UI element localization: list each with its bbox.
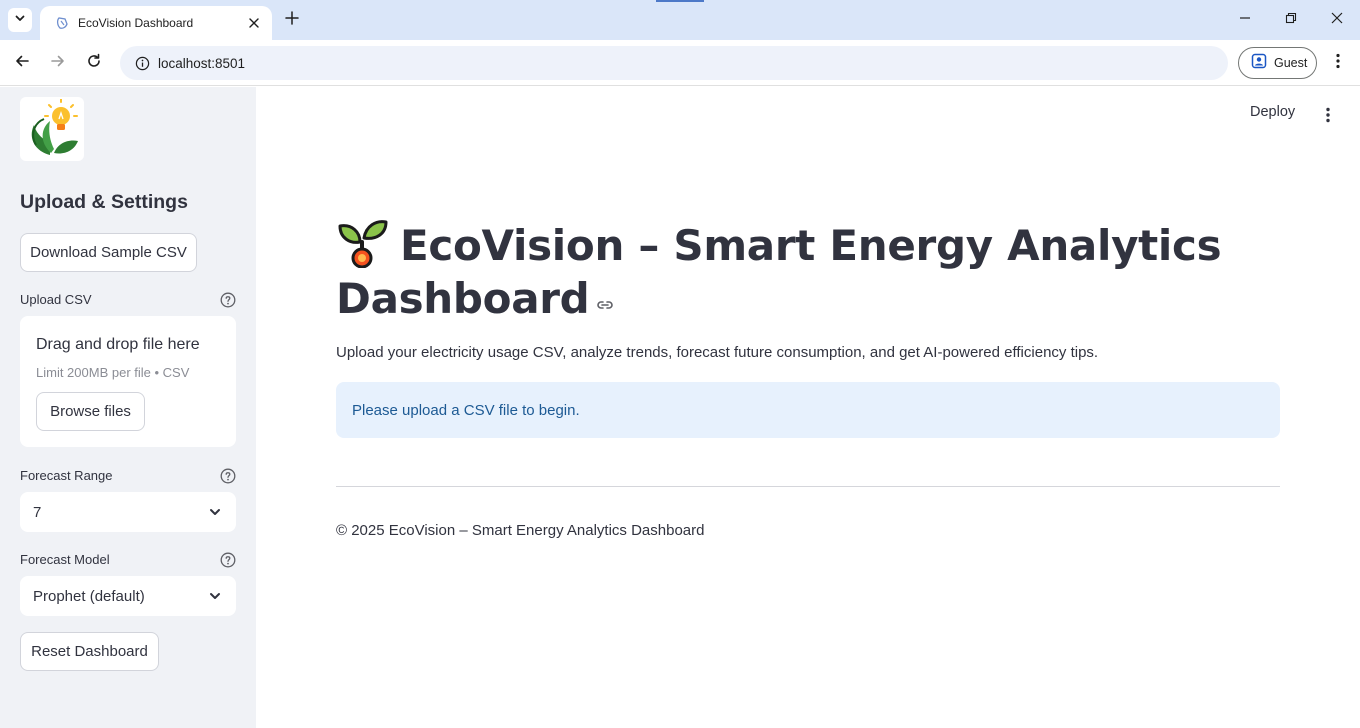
reload-icon bbox=[86, 53, 102, 74]
forecast-model-select[interactable]: Prophet (default) bbox=[20, 576, 236, 616]
url-text: localhost:8501 bbox=[158, 55, 246, 71]
profile-button[interactable]: Guest bbox=[1238, 47, 1317, 79]
new-tab-button[interactable] bbox=[282, 10, 302, 30]
footer-text: © 2025 EcoVision – Smart Energy Analytic… bbox=[336, 522, 705, 539]
browser-tab-bar: EcoVision Dashboard bbox=[0, 0, 1360, 40]
seedling-icon bbox=[338, 220, 388, 268]
reload-button[interactable] bbox=[82, 51, 106, 75]
info-alert: Please upload a CSV file to begin. bbox=[336, 382, 1280, 438]
window-close-button[interactable] bbox=[1314, 0, 1360, 40]
more-vertical-icon bbox=[1326, 107, 1330, 128]
tab-search-button[interactable] bbox=[8, 8, 32, 32]
tab-indicator bbox=[656, 0, 704, 2]
forecast-range-label: Forecast Range bbox=[20, 468, 113, 483]
forecast-range-value: 7 bbox=[33, 503, 42, 521]
page-title-block: EcoVision – Smart Energy Analytics Dashb… bbox=[336, 216, 1236, 325]
minimize-button[interactable] bbox=[1222, 0, 1268, 40]
help-icon[interactable] bbox=[219, 467, 236, 484]
arrow-right-icon bbox=[50, 53, 66, 74]
minimize-icon bbox=[1239, 11, 1251, 29]
profile-icon bbox=[1251, 53, 1267, 74]
browser-tab[interactable]: EcoVision Dashboard bbox=[40, 6, 272, 40]
browse-files-button[interactable]: Browse files bbox=[36, 392, 145, 431]
ecovision-logo bbox=[20, 97, 84, 161]
main-menu-button[interactable] bbox=[1318, 107, 1338, 127]
forecast-model-label: Forecast Model bbox=[20, 552, 110, 567]
chevron-down-icon bbox=[207, 504, 223, 520]
upload-csv-label: Upload CSV bbox=[20, 292, 92, 307]
more-vertical-icon bbox=[1336, 53, 1340, 74]
back-button[interactable] bbox=[10, 51, 34, 75]
reset-dashboard-button[interactable]: Reset Dashboard bbox=[20, 632, 159, 671]
file-uploader-dropzone[interactable]: Drag and drop file here Limit 200MB per … bbox=[20, 316, 236, 447]
browser-toolbar: localhost:8501 Guest bbox=[0, 40, 1360, 86]
help-icon[interactable] bbox=[219, 551, 236, 568]
leaf-bulb-logo-icon bbox=[31, 99, 78, 155]
browser-menu-button[interactable] bbox=[1328, 51, 1348, 75]
restore-button[interactable] bbox=[1268, 0, 1314, 40]
download-sample-csv-button[interactable]: Download Sample CSV bbox=[20, 233, 197, 272]
forecast-range-select[interactable]: 7 bbox=[20, 492, 236, 532]
chevron-down-icon bbox=[207, 588, 223, 604]
info-icon[interactable] bbox=[134, 55, 150, 71]
close-icon[interactable] bbox=[246, 15, 262, 31]
streamlit-icon bbox=[54, 15, 70, 31]
help-icon[interactable] bbox=[219, 291, 236, 308]
address-bar[interactable]: localhost:8501 bbox=[120, 46, 1228, 80]
sidebar: Upload & Settings Download Sample CSV Up… bbox=[0, 87, 256, 728]
forward-button[interactable] bbox=[46, 51, 70, 75]
profile-label: Guest bbox=[1274, 56, 1308, 70]
dropzone-instructions: Drag and drop file here bbox=[36, 336, 200, 353]
page-title: EcoVision – Smart Energy Analytics Dashb… bbox=[336, 221, 1222, 323]
arrow-left-icon bbox=[14, 53, 30, 74]
info-alert-text: Please upload a CSV file to begin. bbox=[352, 401, 580, 419]
close-icon bbox=[1331, 11, 1343, 29]
tab-title: EcoVision Dashboard bbox=[78, 16, 194, 30]
forecast-model-value: Prophet (default) bbox=[33, 587, 145, 605]
deploy-button[interactable]: Deploy bbox=[1250, 104, 1295, 120]
divider bbox=[336, 486, 1280, 487]
restore-icon bbox=[1285, 11, 1297, 29]
link-icon[interactable] bbox=[595, 295, 615, 315]
page-subtitle: Upload your electricity usage CSV, analy… bbox=[336, 344, 1099, 361]
dropzone-limit-text: Limit 200MB per file • CSV bbox=[36, 365, 190, 380]
chevron-down-icon bbox=[14, 11, 26, 29]
sidebar-heading: Upload & Settings bbox=[20, 191, 188, 213]
plus-icon bbox=[285, 10, 299, 30]
